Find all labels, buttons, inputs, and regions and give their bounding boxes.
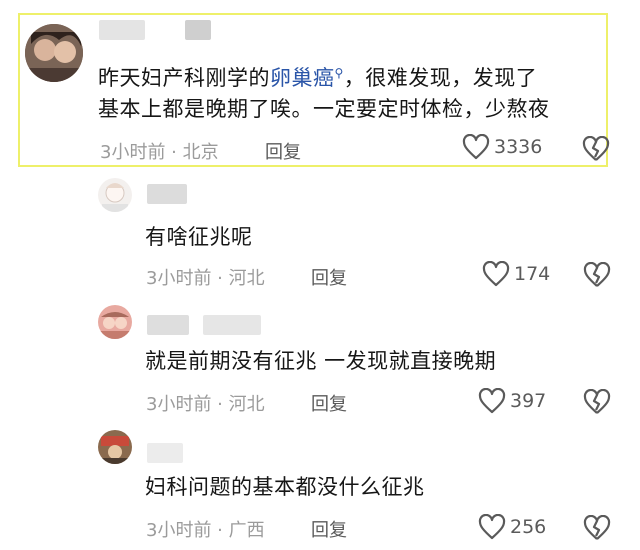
dislike-button[interactable] bbox=[583, 514, 611, 545]
like-button[interactable]: 397 bbox=[478, 388, 546, 414]
like-count: 397 bbox=[510, 390, 547, 412]
reply-text: 妇科问题的基本都没什么征兆 bbox=[145, 475, 425, 499]
like-button[interactable]: 3336 bbox=[462, 134, 542, 160]
reply-text: 就是前期没有征兆 一发现就直接晚期 bbox=[145, 349, 497, 373]
comment-time-location: 3小时前 · 北京 bbox=[100, 142, 219, 163]
broken-heart-icon bbox=[583, 388, 611, 414]
broken-heart-icon bbox=[582, 135, 610, 161]
reply-button[interactable]: 回复 bbox=[311, 390, 347, 416]
comment-text-line2: 基本上都是晚期了唉。一定要定时体检，少熬夜 bbox=[98, 97, 550, 121]
reply-avatar[interactable] bbox=[98, 305, 132, 339]
reply-time-location: 3小时前 · 广西 bbox=[146, 520, 265, 541]
like-count: 256 bbox=[510, 516, 547, 538]
reply-text: 有啥征兆呢 bbox=[145, 225, 253, 249]
heart-outline-icon bbox=[482, 261, 510, 287]
username-blurred[interactable] bbox=[99, 20, 145, 40]
dislike-button[interactable] bbox=[582, 135, 610, 166]
dislike-button[interactable] bbox=[583, 388, 611, 419]
reply-button[interactable]: 回复 bbox=[311, 516, 347, 542]
keyword-link[interactable]: 卵巢癌⚲ bbox=[270, 66, 344, 90]
heart-outline-icon bbox=[478, 388, 506, 414]
comment-text-line1: 昨天妇产科刚学的卵巢癌⚲，很难发现，发现了 bbox=[98, 56, 537, 95]
username-blurred[interactable] bbox=[203, 315, 261, 335]
heart-outline-icon bbox=[462, 134, 490, 160]
search-icon: ⚲ bbox=[334, 66, 344, 80]
like-button[interactable]: 256 bbox=[478, 514, 546, 540]
broken-heart-icon bbox=[583, 514, 611, 540]
reply-button[interactable]: 回复 bbox=[265, 138, 301, 164]
commenter-avatar[interactable] bbox=[25, 24, 83, 82]
heart-outline-icon bbox=[478, 514, 506, 540]
reply-time-location: 3小时前 · 河北 bbox=[146, 268, 265, 289]
reply-button[interactable]: 回复 bbox=[311, 264, 347, 290]
reply-time-location: 3小时前 · 河北 bbox=[146, 394, 265, 415]
dislike-button[interactable] bbox=[583, 261, 611, 292]
username-blurred[interactable] bbox=[147, 315, 189, 335]
broken-heart-icon bbox=[583, 261, 611, 287]
username-blurred[interactable] bbox=[185, 20, 211, 40]
like-count: 174 bbox=[514, 263, 551, 285]
reply-avatar[interactable] bbox=[98, 178, 132, 212]
like-button[interactable]: 174 bbox=[482, 261, 550, 287]
like-count: 3336 bbox=[494, 136, 543, 158]
username-blurred[interactable] bbox=[147, 184, 187, 204]
username-blurred[interactable] bbox=[147, 443, 183, 463]
reply-avatar[interactable] bbox=[98, 430, 132, 464]
